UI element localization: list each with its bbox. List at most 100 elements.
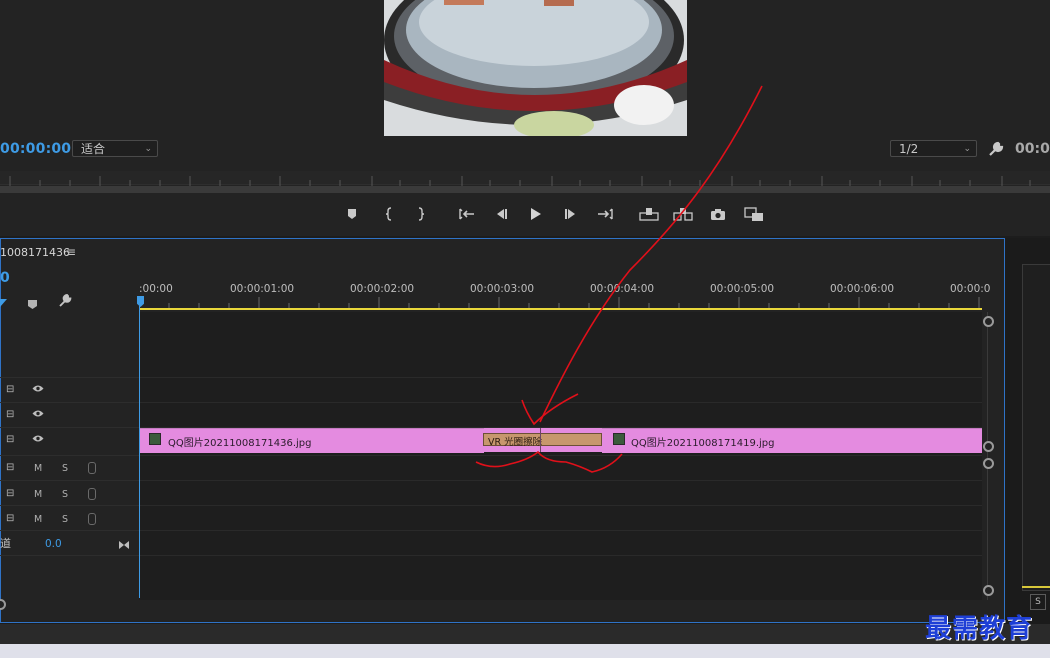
tick-label: 00:00:0 [950, 283, 991, 295]
master-track-label: 道 [0, 537, 11, 550]
scroll-handle[interactable] [983, 585, 994, 596]
toggle-sync-lock-icon[interactable]: ⊟ [6, 409, 14, 420]
edit-point[interactable] [540, 428, 541, 452]
monitor-time-ruler[interactable] [0, 171, 1050, 186]
resolution-dropdown[interactable]: 1/2 ⌄ [890, 140, 977, 157]
meter-baseline [1022, 586, 1050, 588]
taskbar [0, 644, 1050, 658]
solo-button[interactable]: S [62, 463, 68, 474]
go-to-next-edit-icon[interactable] [118, 535, 130, 554]
step-back-button[interactable] [489, 203, 513, 225]
snap-icon[interactable] [0, 294, 8, 313]
play-icon [531, 208, 541, 220]
mute-button[interactable]: M [34, 463, 42, 474]
track-divider [139, 402, 982, 403]
solo-button[interactable]: S [62, 489, 68, 500]
track-divider [139, 480, 982, 481]
scroll-handle[interactable] [983, 458, 994, 469]
toggle-sync-lock-icon[interactable]: ⊟ [6, 434, 14, 445]
export-frame-button[interactable] [706, 203, 730, 225]
clip-name: QQ图片20211008171436.jpg [168, 438, 312, 449]
panel-menu-icon[interactable]: ≡ [66, 245, 76, 259]
transition-name: VR 光圈擦除 [488, 437, 543, 448]
track-divider [139, 505, 982, 506]
mark-out-button[interactable] [409, 203, 433, 225]
tick-label: 00:00:04:00 [590, 283, 655, 295]
toggle-sync-lock-icon[interactable]: ⊟ [6, 513, 14, 524]
camera-icon [711, 208, 725, 220]
resolution-dropdown-value: 1/2 [899, 142, 919, 156]
comparison-view-button[interactable] [742, 203, 766, 225]
step-forward-button[interactable] [559, 203, 583, 225]
eye-icon[interactable] [32, 384, 44, 396]
timeline-timecode[interactable]: 0 [0, 270, 10, 286]
watermark-text: 最需教育 [925, 614, 1034, 644]
timeline-time-ruler[interactable]: :00:00 00:00:01:00 00:00:02:00 00:00:03:… [139, 280, 990, 310]
tick-label: 00:00:01:00 [230, 283, 295, 295]
chevron-down-icon: ⌄ [963, 144, 971, 154]
header-divider [0, 427, 139, 428]
zoom-scroll-bar[interactable] [0, 186, 1050, 193]
wrench-icon[interactable] [987, 140, 1005, 158]
work-area-bar[interactable] [139, 308, 982, 310]
lift-button[interactable] [637, 203, 661, 225]
status-strip [0, 624, 1050, 644]
mic-icon[interactable] [88, 513, 96, 525]
video-clip[interactable]: QQ图片20211008171436.jpg [139, 428, 484, 453]
scroll-handle[interactable] [983, 441, 994, 452]
header-divider [0, 505, 139, 506]
playhead-timecode[interactable]: 00:00:00 [0, 141, 71, 157]
play-button[interactable] [524, 203, 548, 225]
toggle-sync-lock-icon[interactable]: ⊟ [6, 384, 14, 395]
tick-label: :00:00 [139, 283, 173, 295]
step-back-icon [497, 209, 507, 219]
eye-icon[interactable] [32, 409, 44, 421]
header-divider [0, 530, 139, 531]
add-marker-icon[interactable] [27, 295, 38, 314]
track-divider [139, 530, 982, 531]
preview-image [384, 0, 687, 136]
go-to-out-button[interactable] [593, 203, 617, 225]
eye-icon[interactable] [32, 434, 44, 446]
track-area[interactable] [139, 312, 982, 600]
track-divider [139, 555, 982, 556]
transition-effect[interactable]: VR 光圈擦除 [483, 433, 602, 448]
toggle-sync-lock-icon[interactable]: ⊟ [6, 488, 14, 499]
audio-meter [1022, 264, 1050, 591]
fit-dropdown-value: 适合 [81, 142, 106, 156]
tick-label: 00:00:05:00 [710, 283, 775, 295]
master-volume-value[interactable]: 0.0 [45, 538, 62, 550]
video-clip[interactable]: QQ图片20211008171419.jpg [602, 428, 982, 453]
mic-icon[interactable] [88, 488, 96, 500]
extract-button[interactable] [671, 203, 695, 225]
track-divider [139, 377, 982, 378]
tick-label: 00:00:06:00 [830, 283, 895, 295]
fit-dropdown[interactable]: 适合 ⌄ [72, 140, 158, 157]
header-divider [0, 377, 139, 378]
tick-label: 00:00:03:00 [470, 283, 535, 295]
extract-icon [673, 208, 693, 221]
toggle-sync-lock-icon[interactable]: ⊟ [6, 462, 14, 473]
add-marker-button[interactable] [340, 203, 364, 225]
mic-icon[interactable] [88, 462, 96, 474]
playhead-line [139, 306, 140, 598]
mark-in-button[interactable] [377, 203, 401, 225]
compare-icon [744, 206, 763, 221]
sequence-tab-title[interactable]: 1008171436 [0, 246, 70, 259]
mark-out-icon [418, 207, 425, 221]
wrench-icon[interactable] [58, 293, 73, 312]
header-divider [0, 402, 139, 403]
go-to-in-button[interactable] [455, 203, 479, 225]
marker-icon [348, 209, 356, 219]
track-divider [139, 455, 982, 456]
mark-in-icon [385, 207, 392, 221]
vertical-scrollbar-track[interactable] [987, 312, 988, 600]
solo-button[interactable]: S [62, 514, 68, 525]
mute-button[interactable]: M [34, 514, 42, 525]
tick-label: 00:00:02:00 [350, 283, 415, 295]
mute-button[interactable]: M [34, 489, 42, 500]
lift-icon [639, 208, 659, 221]
header-divider [0, 455, 139, 456]
scroll-handle[interactable] [983, 316, 994, 327]
header-divider [0, 555, 139, 556]
